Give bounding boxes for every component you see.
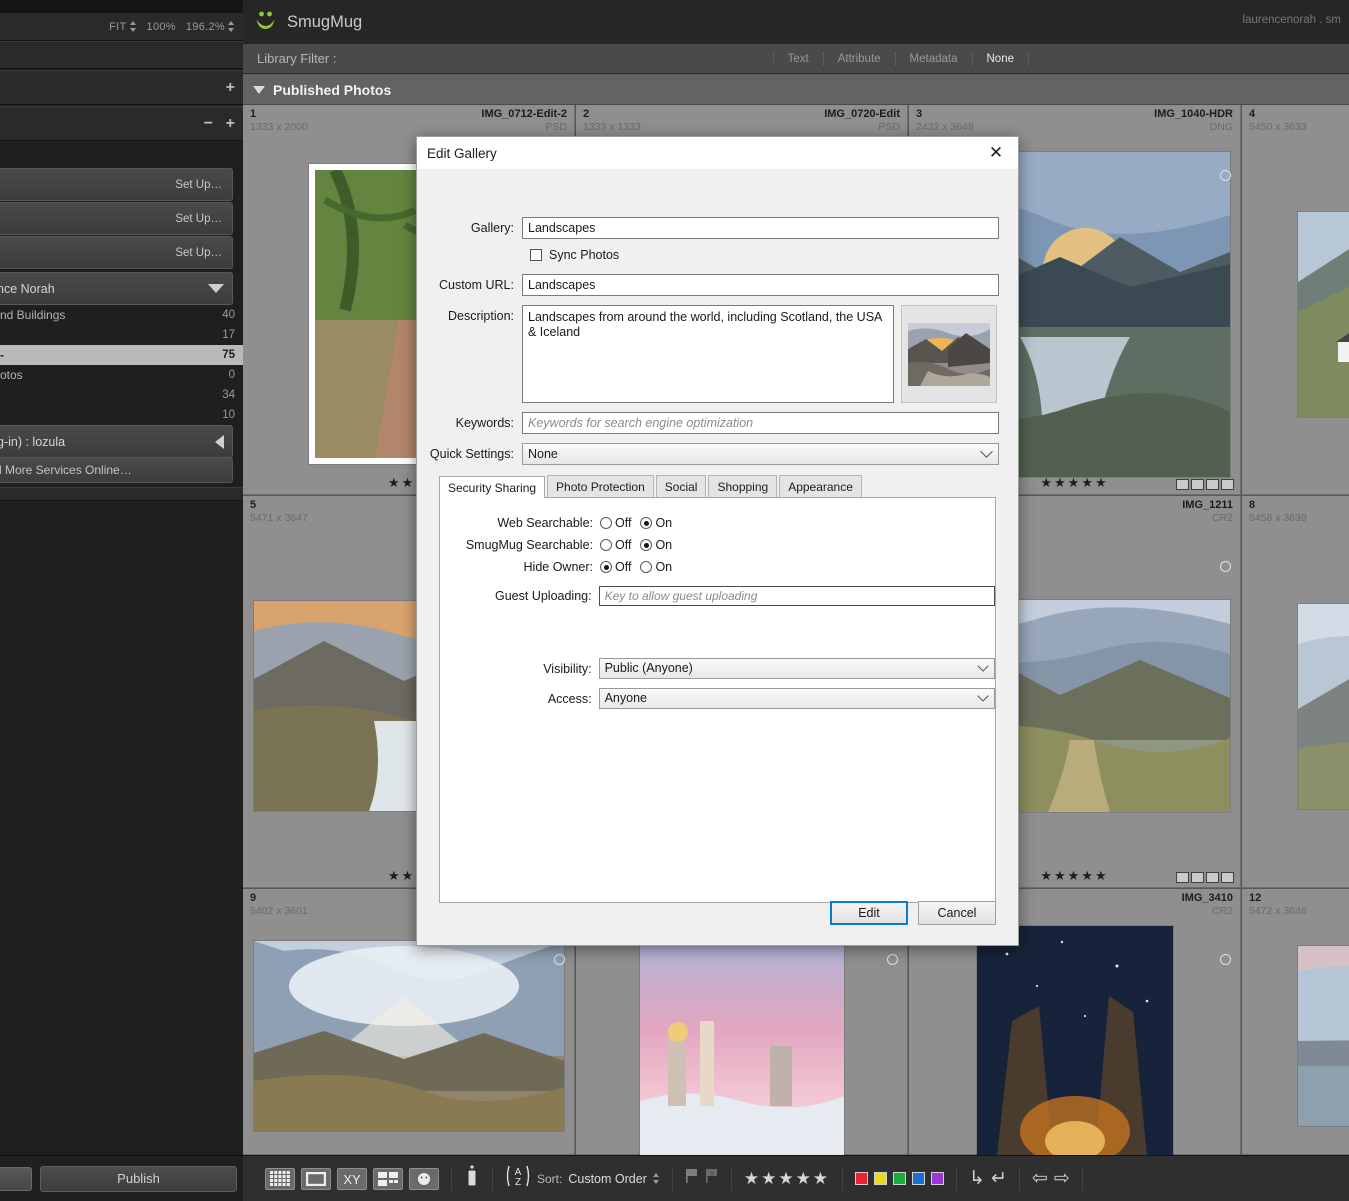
- guest-uploading-row: Guest Uploading: Key to allow guest uplo…: [440, 586, 995, 606]
- chevron-down-icon: [977, 660, 988, 671]
- sync-photos-label: Sync Photos: [549, 248, 619, 262]
- keywords-label: Keywords:: [417, 412, 522, 430]
- description-textarea[interactable]: Landscapes from around the world, includ…: [522, 305, 894, 403]
- visibility-select[interactable]: Public (Anyone): [599, 658, 995, 679]
- custom-url-label: Custom URL:: [417, 274, 522, 292]
- smugmug-searchable-off[interactable]: Off: [600, 538, 631, 552]
- gallery-field-row: Gallery: Landscapes: [417, 217, 1018, 239]
- radio-label-on: On: [655, 538, 672, 552]
- radio-label-on: On: [655, 516, 672, 530]
- smugmug-searchable-on[interactable]: On: [640, 538, 672, 552]
- web-searchable-radios: Off On: [600, 516, 672, 530]
- cover-image: [908, 323, 990, 386]
- custom-url-input[interactable]: Landscapes: [522, 274, 999, 296]
- access-label: Access:: [440, 692, 599, 706]
- access-select[interactable]: Anyone: [599, 688, 995, 709]
- radio-label-on: On: [655, 560, 672, 574]
- description-label: Description:: [417, 305, 522, 323]
- quick-settings-label: Quick Settings:: [417, 443, 522, 461]
- access-value: Anyone: [605, 691, 647, 705]
- sync-photos-row[interactable]: Sync Photos: [530, 248, 1018, 262]
- visibility-row: Visibility: Public (Anyone): [440, 658, 995, 679]
- keywords-input[interactable]: Keywords for search engine optimization: [522, 412, 999, 434]
- modal-overlay: Edit Gallery ✕ Gallery: Landscapes Sync …: [0, 0, 1349, 1201]
- tab-social[interactable]: Social: [656, 475, 707, 497]
- dialog-body: Gallery: Landscapes Sync Photos Custom U…: [417, 169, 1018, 945]
- edit-gallery-dialog: Edit Gallery ✕ Gallery: Landscapes Sync …: [416, 136, 1019, 946]
- dialog-title: Edit Gallery: [427, 146, 497, 161]
- keywords-field-row: Keywords: Keywords for search engine opt…: [417, 412, 1018, 434]
- dialog-tabs: Security Sharing Photo Protection Social…: [439, 475, 996, 498]
- security-sharing-panel: Web Searchable: Off On: [439, 498, 996, 903]
- quick-settings-field-row: Quick Settings: None: [417, 443, 1018, 465]
- web-searchable-label: Web Searchable:: [440, 516, 600, 530]
- guest-uploading-label: Guest Uploading:: [440, 589, 599, 603]
- quick-settings-select[interactable]: None: [522, 443, 999, 465]
- radio-label-off: Off: [615, 538, 631, 552]
- tab-photo-protection[interactable]: Photo Protection: [547, 475, 654, 497]
- gallery-cover-thumbnail[interactable]: [901, 305, 997, 403]
- lightroom-window: FIT 100% 196.2% + + − Set Up… Set Up…: [0, 0, 1349, 1201]
- smugmug-searchable-row: SmugMug Searchable: Off On: [440, 538, 995, 552]
- web-searchable-on[interactable]: On: [640, 516, 672, 530]
- gallery-input[interactable]: Landscapes: [522, 217, 999, 239]
- radio-icon-selected[interactable]: [640, 517, 652, 529]
- tab-shopping[interactable]: Shopping: [708, 475, 777, 497]
- hide-owner-off[interactable]: Off: [600, 560, 631, 574]
- close-icon[interactable]: ✕: [974, 137, 1018, 169]
- radio-label-off: Off: [615, 516, 631, 530]
- hide-owner-row: Hide Owner: Off On: [440, 560, 995, 574]
- smugmug-searchable-label: SmugMug Searchable:: [440, 538, 600, 552]
- web-searchable-off[interactable]: Off: [600, 516, 631, 530]
- chevron-down-icon: [980, 445, 993, 458]
- radio-icon[interactable]: [600, 539, 612, 551]
- access-row: Access: Anyone: [440, 688, 995, 709]
- dialog-titlebar: Edit Gallery ✕: [417, 137, 1018, 169]
- smugmug-searchable-radios: Off On: [600, 538, 672, 552]
- hide-owner-label: Hide Owner:: [440, 560, 600, 574]
- visibility-value: Public (Anyone): [605, 661, 693, 675]
- tab-appearance[interactable]: Appearance: [779, 475, 862, 497]
- cancel-button[interactable]: Cancel: [918, 901, 996, 925]
- dialog-buttons: Edit Cancel: [830, 901, 996, 925]
- guest-uploading-input[interactable]: Key to allow guest uploading: [599, 586, 995, 606]
- web-searchable-row: Web Searchable: Off On: [440, 516, 995, 530]
- tab-security-sharing[interactable]: Security Sharing: [439, 476, 545, 498]
- hide-owner-radios: Off On: [600, 560, 672, 574]
- description-field-row: Description: Landscapes from around the …: [417, 305, 1018, 403]
- gallery-label: Gallery:: [417, 217, 522, 235]
- sync-photos-checkbox[interactable]: [530, 249, 542, 261]
- edit-button[interactable]: Edit: [830, 901, 908, 925]
- radio-label-off: Off: [615, 560, 631, 574]
- radio-icon-selected[interactable]: [600, 561, 612, 573]
- chevron-down-icon: [977, 690, 988, 701]
- quick-settings-value: None: [528, 447, 558, 461]
- radio-icon[interactable]: [600, 517, 612, 529]
- radio-icon[interactable]: [640, 561, 652, 573]
- custom-url-field-row: Custom URL: Landscapes: [417, 274, 1018, 296]
- radio-icon-selected[interactable]: [640, 539, 652, 551]
- visibility-label: Visibility:: [440, 662, 599, 676]
- hide-owner-on[interactable]: On: [640, 560, 672, 574]
